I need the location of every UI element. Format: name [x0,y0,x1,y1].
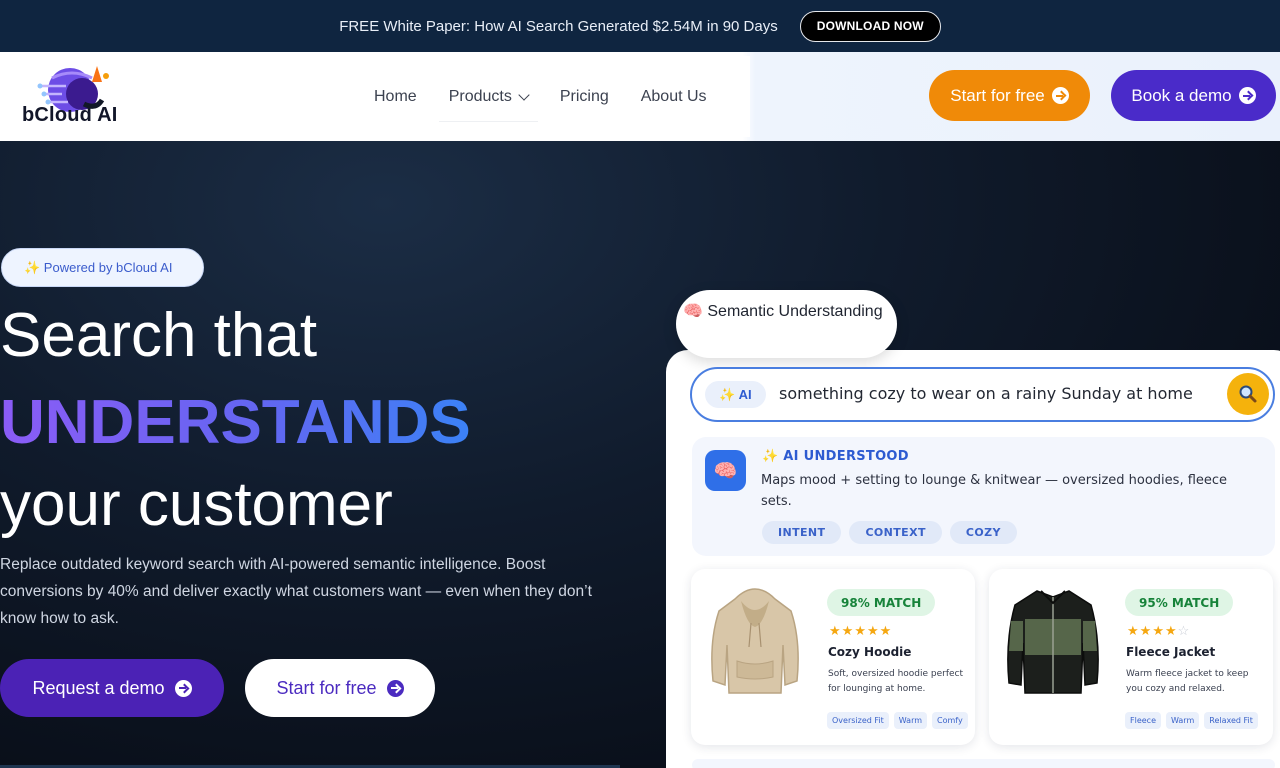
navbar: bCloud AI Home Products Pricing About Us… [0,52,1280,141]
arrow-right-circle-icon [1051,87,1069,104]
nav-products-dropdown[interactable]: Products [433,52,544,141]
tag-cozy: COZY [949,521,1017,544]
product-card[interactable]: 95% MATCH ★★★★☆ Fleece Jacket Warm fleec… [989,569,1273,745]
star-icon: ★ [1139,623,1153,638]
powered-by-badge: ✨ Powered by bCloud AI [1,248,204,287]
download-now-button[interactable]: DOWNLOAD NOW [799,10,941,42]
nav-home-link[interactable]: Home [358,52,433,141]
star-rating: ★★★★☆ [1127,623,1190,639]
match-badge: 95% MATCH [1125,589,1234,616]
product-description: Soft, oversized hoodie perfect for loung… [828,669,964,694]
tag-context: CONTEXT [849,521,942,544]
product-tag: Relaxed Fit [1204,712,1258,729]
ai-understood-description: Maps mood + setting to lounge & knitwear… [761,473,1228,509]
star-empty-icon: ☆ [1177,623,1191,638]
semantic-understanding-label: Semantic Understanding [707,303,883,320]
search-icon [1239,385,1257,403]
search-button[interactable] [1227,373,1269,415]
ai-understood-title: ✨ AI UNDERSTOOD [762,449,909,464]
match-badge: 98% MATCH [827,589,936,616]
search-query-text: something cozy to wear on a rainy Sunday… [779,384,1193,403]
hero-start-free-button[interactable]: Start for free [245,659,435,717]
star-icon: ★ [1152,623,1165,638]
product-card[interactable]: 98% MATCH ★★★★★ Cozy Hoodie Soft, oversi… [691,569,975,745]
hero-title-line2: UNDERSTANDS [0,388,471,457]
product-name: Fleece Jacket [1126,645,1216,659]
semantic-understanding-bubble: 🧠 Semantic Understanding [676,290,897,358]
star-icon: ★ [866,623,880,638]
nav-links: Home Products Pricing About Us [358,52,723,141]
star-icon: ★ [841,623,855,638]
arrow-right-circle-icon [174,679,192,697]
star-icon: ★ [829,623,842,638]
arrow-right-circle-icon [386,679,404,697]
star-icon: ★ [879,623,893,638]
start-free-label: Start for free [950,85,1045,105]
product-tags: Fleece Warm Relaxed Fit [1125,712,1258,729]
banner-text: FREE White Paper: How AI Search Generate… [339,17,778,35]
logo-wordmark: bCloud AI [22,104,118,126]
book-demo-button[interactable]: Book a demo [1111,70,1276,121]
product-tags: Oversized Fit Warm Comfy [827,712,968,729]
product-tag: Fleece [1125,712,1161,729]
nav-about-link[interactable]: About Us [625,52,723,141]
hero-title-line1: Search that [0,301,318,370]
intent-tags: INTENT CONTEXT COZY [762,521,1017,544]
product-tag: Oversized Fit [827,712,889,729]
arrow-right-circle-icon [1238,87,1256,104]
next-result-card [692,759,1275,768]
star-icon: ★ [854,623,867,638]
brain-icon: 🧠 [705,450,746,491]
hero-subtitle: Replace outdated keyword search with AI-… [0,556,592,627]
request-demo-button[interactable]: Request a demo [0,659,224,717]
request-demo-label: Request a demo [32,677,165,698]
chevron-down-icon [518,88,530,101]
nav-pricing-link[interactable]: Pricing [544,52,625,141]
product-tag: Comfy [932,712,968,729]
hero-start-free-label: Start for free [276,677,377,698]
star-icon: ★ [1164,623,1178,638]
ai-chip: ✨ AI [705,381,766,408]
nav-products-label: Products [448,87,512,105]
product-description: Warm fleece jacket to keep you cozy and … [1126,669,1249,694]
hoodie-image [711,588,799,694]
product-tag: Warm [1166,712,1200,729]
promo-banner: FREE White Paper: How AI Search Generate… [0,0,1280,52]
product-tag: Warm [893,712,928,729]
book-demo-label: Book a demo [1131,85,1232,105]
brain-emoji-icon: 🧠 [683,303,703,320]
tag-intent: INTENT [762,521,842,544]
start-free-button[interactable]: Start for free [929,70,1090,121]
hero-title-line3: your customer [0,470,393,539]
fleece-jacket-image [1007,590,1099,694]
star-rating: ★★★★★ [829,623,892,639]
product-name: Cozy Hoodie [828,645,912,659]
star-icon: ★ [1127,623,1140,638]
